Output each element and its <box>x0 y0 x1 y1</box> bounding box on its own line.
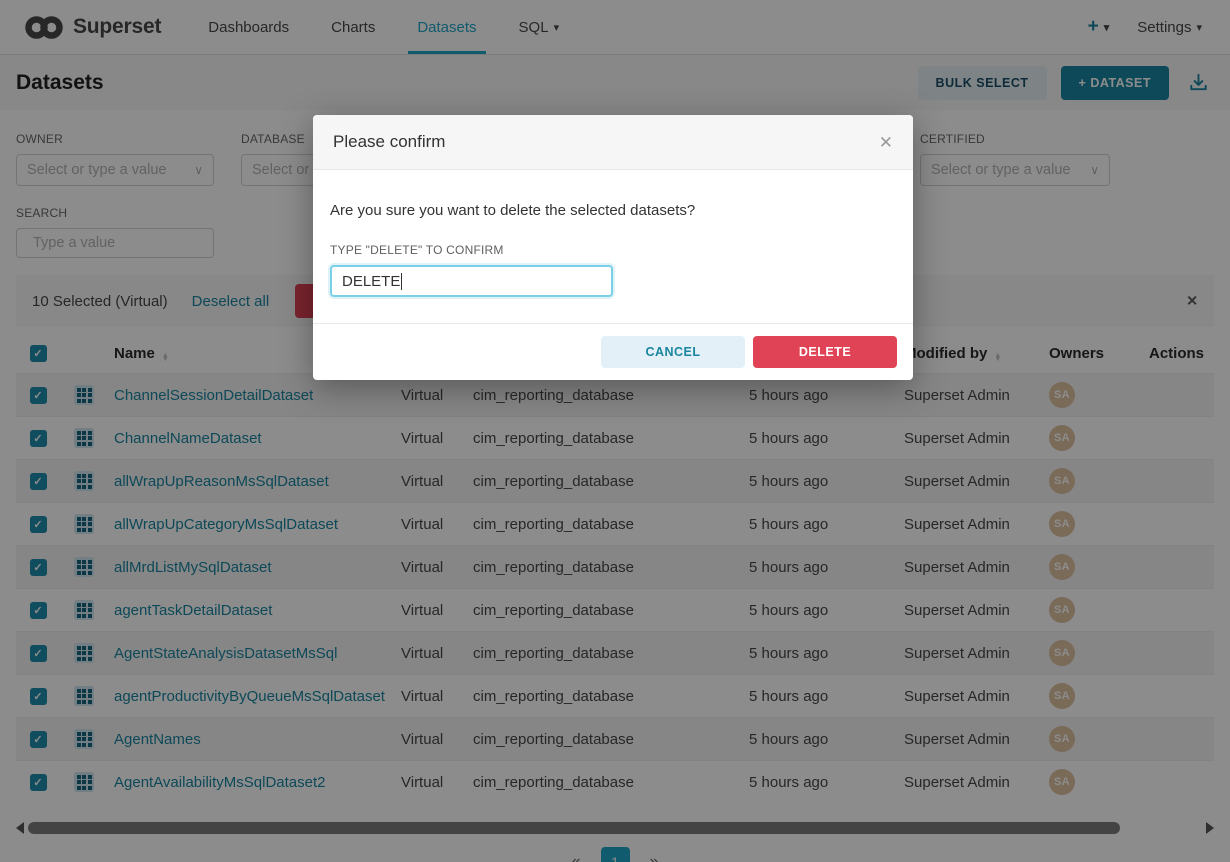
modal-title: Please confirm <box>333 132 445 152</box>
modal-footer: CANCEL DELETE <box>313 323 913 380</box>
confirm-delete-modal: Please confirm ✕ Are you sure you want t… <box>313 115 913 380</box>
close-icon[interactable]: ✕ <box>879 134 893 151</box>
text-cursor <box>401 273 402 290</box>
cancel-button[interactable]: CANCEL <box>601 336 745 368</box>
delete-button[interactable]: DELETE <box>753 336 897 368</box>
modal-body: Are you sure you want to delete the sele… <box>313 170 913 323</box>
modal-header: Please confirm ✕ <box>313 115 913 170</box>
delete-confirm-input[interactable]: DELETE <box>330 265 613 297</box>
confirm-message: Are you sure you want to delete the sele… <box>330 202 896 219</box>
confirm-input-label: TYPE "DELETE" TO CONFIRM <box>330 243 896 257</box>
